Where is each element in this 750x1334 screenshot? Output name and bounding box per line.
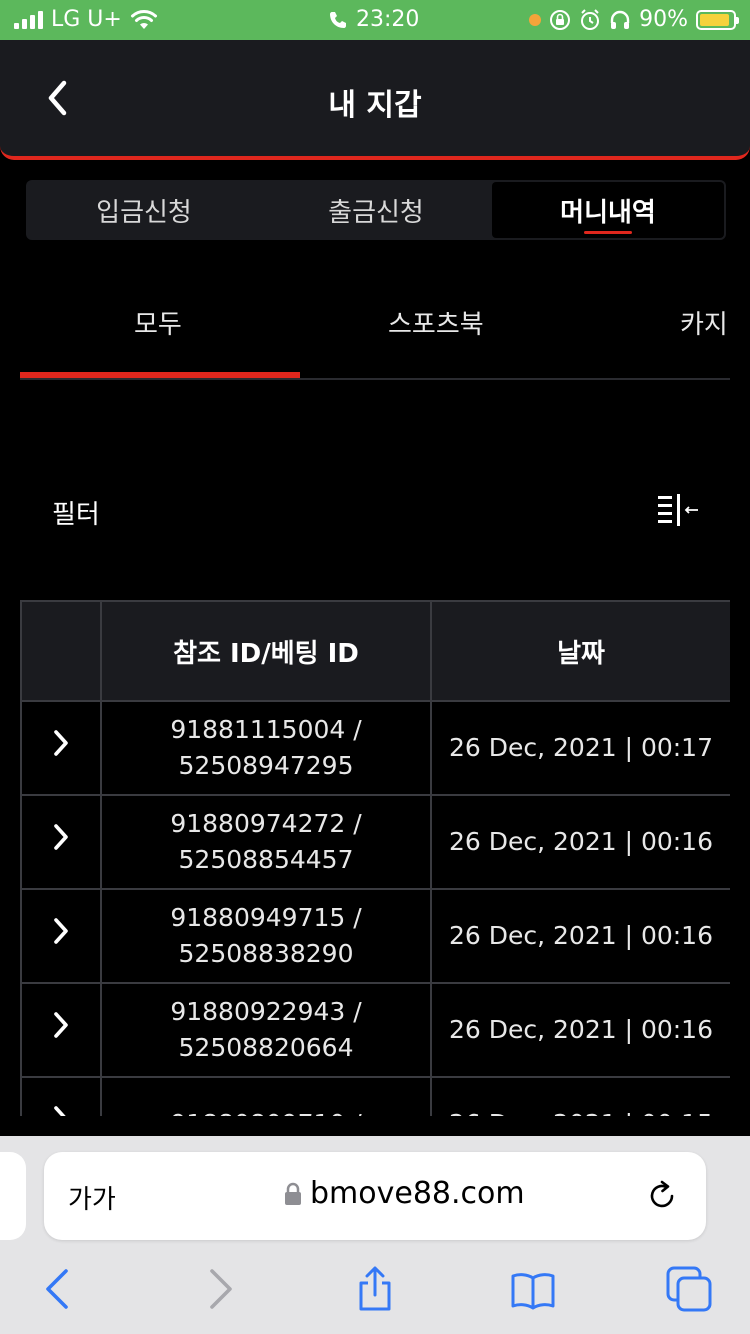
expand-row-button[interactable] bbox=[20, 982, 102, 1078]
header-date: 날짜 bbox=[430, 600, 730, 702]
wallet-tabs: 입금신청 출금신청 머니내역 bbox=[26, 180, 726, 240]
reload-icon[interactable] bbox=[644, 1178, 680, 1214]
tab-sportsbook[interactable]: 스포츠북 bbox=[388, 304, 484, 341]
reference-id: 91881115004 / bbox=[170, 715, 362, 744]
chevron-right-icon bbox=[54, 1012, 68, 1038]
lock-icon bbox=[285, 1182, 301, 1205]
header-reference-id: 참조 ID/베팅 ID bbox=[100, 600, 432, 702]
recording-dot-icon bbox=[529, 13, 542, 26]
table-row[interactable]: 91880974272 / 52508854457 26 Dec, 2021 | 0… bbox=[20, 794, 730, 890]
alarm-icon bbox=[581, 8, 600, 30]
bet-id: 52508854457 bbox=[178, 845, 354, 874]
page-title: 내 지갑 bbox=[328, 88, 422, 123]
headphones-icon bbox=[610, 10, 630, 29]
status-bar: LG U+ 23:20 90% bbox=[0, 0, 750, 40]
share-icon[interactable] bbox=[352, 1266, 398, 1312]
bet-id: 52508947295 bbox=[178, 751, 354, 780]
chevron-right-icon bbox=[54, 1106, 66, 1116]
filter-label: 필터 bbox=[52, 500, 100, 530]
table-header-row: 참조 ID/베팅 ID 날짜 bbox=[20, 600, 730, 702]
date-cell: 26 Dec, 2021 | 00:15 bbox=[430, 1076, 730, 1116]
reference-id: 91880809710 / bbox=[102, 1106, 430, 1116]
phone-icon bbox=[330, 11, 346, 28]
battery-icon bbox=[696, 9, 739, 30]
chevron-right-icon bbox=[54, 918, 68, 944]
reference-id-cell: 91880949715 / 52508838290 bbox=[100, 888, 432, 984]
active-tab-indicator bbox=[20, 372, 300, 378]
table-row[interactable]: 91880922943 / 52508820664 26 Dec, 2021 | 0… bbox=[20, 982, 730, 1078]
reference-id-cell: 91880809710 / bbox=[100, 1076, 432, 1116]
date-cell: 26 Dec, 2021 | 00:17 bbox=[430, 700, 730, 796]
expand-row-button[interactable] bbox=[20, 700, 102, 796]
expand-row-button[interactable] bbox=[20, 1076, 102, 1116]
reference-id: 91880949715 / bbox=[170, 903, 362, 932]
previous-tab-preview[interactable] bbox=[0, 1152, 26, 1240]
app-header: 내 지갑 bbox=[0, 40, 750, 160]
category-tabs: 모두 스포츠북 카지 bbox=[20, 290, 730, 380]
tab-deposit-request[interactable]: 입금신청 bbox=[28, 182, 260, 238]
battery-percent: 90% bbox=[639, 7, 688, 32]
tabs-icon[interactable] bbox=[666, 1266, 712, 1312]
table-row[interactable]: 91880809710 /26 Dec, 2021 | 00:15 bbox=[20, 1076, 730, 1116]
reference-id-cell: 91881115004 / 52508947295 bbox=[100, 700, 432, 796]
header-expand bbox=[20, 600, 102, 702]
chevron-right-icon bbox=[54, 824, 68, 850]
browser-bottom-bar: 가가 bmove88.com bbox=[0, 1136, 750, 1334]
filter-collapse-icon[interactable] bbox=[656, 492, 700, 528]
reference-id: 91880974272 / bbox=[170, 809, 362, 838]
url-text: bmove88.com bbox=[310, 1176, 525, 1211]
table-row[interactable]: 91880949715 / 52508838290 26 Dec, 2021 | 0… bbox=[20, 888, 730, 984]
reference-id: 91880922943 / bbox=[170, 997, 362, 1026]
tab-casino[interactable]: 카지 bbox=[680, 304, 728, 341]
browser-forward-icon[interactable] bbox=[196, 1266, 242, 1312]
carrier-label: LG U+ bbox=[51, 7, 122, 32]
date-cell: 26 Dec, 2021 | 00:16 bbox=[430, 794, 730, 890]
date-cell: 26 Dec, 2021 | 00:16 bbox=[430, 982, 730, 1078]
browser-back-icon[interactable] bbox=[36, 1266, 82, 1312]
reference-id-cell: 91880922943 / 52508820664 bbox=[100, 982, 432, 1078]
rotation-lock-icon bbox=[550, 9, 571, 30]
table-row[interactable]: 91881115004 / 52508947295 26 Dec, 2021 | 0… bbox=[20, 700, 730, 796]
chevron-right-icon bbox=[54, 730, 68, 756]
tab-money-history[interactable]: 머니내역 bbox=[492, 182, 724, 238]
reference-id-cell: 91880974272 / 52508854457 bbox=[100, 794, 432, 890]
expand-row-button[interactable] bbox=[20, 794, 102, 890]
expand-row-button[interactable] bbox=[20, 888, 102, 984]
address-bar[interactable]: 가가 bmove88.com bbox=[44, 1152, 706, 1240]
date-cell: 26 Dec, 2021 | 00:16 bbox=[430, 888, 730, 984]
bet-id: 52508820664 bbox=[178, 1033, 354, 1062]
bet-id: 52508838290 bbox=[178, 939, 354, 968]
money-history-table: 참조 ID/베팅 ID 날짜 91881115004 / 52508947295 2… bbox=[20, 600, 730, 1116]
tab-withdraw-request[interactable]: 출금신청 bbox=[260, 182, 492, 238]
clock-time: 23:20 bbox=[356, 7, 420, 32]
wifi-icon bbox=[130, 9, 157, 29]
tab-all[interactable]: 모두 bbox=[134, 304, 182, 341]
page-settings-button[interactable]: 가가 bbox=[68, 1179, 116, 1216]
signal-icon bbox=[14, 10, 43, 29]
bookmarks-icon[interactable] bbox=[510, 1266, 556, 1312]
